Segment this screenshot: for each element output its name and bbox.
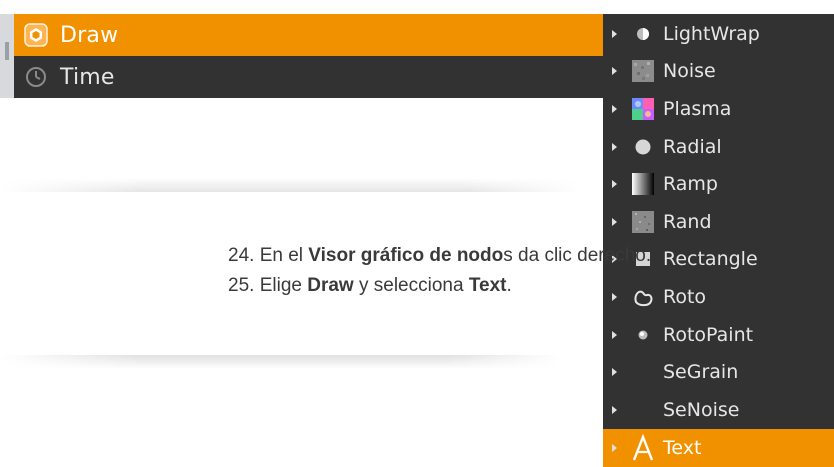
submenu-item-label: SeNoise <box>663 398 740 421</box>
submenu-item-noise[interactable]: Noise <box>603 53 834 91</box>
instruction-card <box>0 192 590 355</box>
card-shadow <box>0 355 560 369</box>
menu-item-label: Time <box>60 64 115 90</box>
submenu-item-label: SeGrain <box>663 361 739 384</box>
menu-item-label: Draw <box>60 22 119 48</box>
rand-icon <box>625 203 661 240</box>
menu-item-draw[interactable]: Draw <box>14 14 603 56</box>
text-icon <box>625 429 661 466</box>
submenu-item-segrain[interactable]: SeGrain <box>603 353 834 391</box>
chevron-right-icon <box>603 405 625 414</box>
step-text: Elige <box>259 275 308 296</box>
submenu-item-label: Radial <box>663 135 722 158</box>
chevron-right-icon <box>603 443 625 452</box>
step-emphasis: Visor gráfico de nodo <box>308 245 504 266</box>
submenu-item-ramp[interactable]: Ramp <box>603 165 834 203</box>
submenu-item-text[interactable]: Text <box>603 429 834 467</box>
submenu-item-label: Plasma <box>663 97 732 120</box>
submenu-item-plasma[interactable]: Plasma <box>603 90 834 128</box>
submenu-item-label: Roto <box>663 285 707 308</box>
chevron-right-icon <box>603 292 625 301</box>
radial-icon <box>625 128 661 165</box>
chevron-right-icon <box>603 142 625 151</box>
chevron-right-icon <box>603 330 625 339</box>
submenu-item-lightwrap[interactable]: LightWrap <box>603 15 834 53</box>
menu-item-time[interactable]: Time <box>14 56 603 98</box>
submenu-item-rand[interactable]: Rand <box>603 203 834 241</box>
submenu-item-senoise[interactable]: SeNoise <box>603 391 834 429</box>
step-number: 24. <box>228 245 255 266</box>
submenu-item-label: Rectangle <box>663 248 758 271</box>
step-emphasis: Text <box>468 275 507 296</box>
submenu-item-label: Ramp <box>663 173 718 196</box>
noise-icon <box>625 53 661 90</box>
ramp-icon <box>625 166 661 203</box>
draw-node-icon <box>14 14 58 56</box>
chevron-right-icon <box>603 67 625 76</box>
roto-icon <box>625 278 661 315</box>
chevron-right-icon <box>603 368 625 377</box>
rotopaint-icon <box>625 316 661 353</box>
lightwrap-icon <box>625 15 661 52</box>
chevron-right-icon <box>603 180 625 189</box>
step-text: . <box>506 275 512 296</box>
chevron-right-icon <box>603 29 625 38</box>
submenu-item-label: Rand <box>663 210 712 233</box>
window-edge <box>0 14 14 98</box>
step-text: y selecciona <box>353 275 469 296</box>
submenu-item-label: LightWrap <box>663 22 760 45</box>
submenu-item-rotopaint[interactable]: RotoPaint <box>603 316 834 354</box>
submenu-item-radial[interactable]: Radial <box>603 128 834 166</box>
card-shadow <box>0 178 580 192</box>
submenu-item-roto[interactable]: Roto <box>603 278 834 316</box>
draw-submenu: LightWrap Noise Plasma Radial Ramp Rand … <box>603 14 834 467</box>
instruction-step: 24. En el Visor gráfico de nodos da clic… <box>228 245 651 267</box>
step-emphasis: Draw <box>307 275 354 296</box>
clock-icon <box>14 56 58 98</box>
submenu-item-label: Text <box>663 436 702 459</box>
step-text: s da clic derecho. <box>503 245 652 266</box>
submenu-item-label: Noise <box>663 60 716 83</box>
step-text: En el <box>259 245 309 266</box>
edge-tick <box>5 42 9 60</box>
submenu-item-label: RotoPaint <box>663 323 754 346</box>
chevron-right-icon <box>603 217 625 226</box>
chevron-right-icon <box>603 104 625 113</box>
instruction-step: 25. Elige Draw y selecciona Text. <box>228 275 512 297</box>
plasma-icon <box>625 90 661 127</box>
step-number: 25. <box>228 275 255 296</box>
node-menu: Draw Time <box>14 14 603 98</box>
